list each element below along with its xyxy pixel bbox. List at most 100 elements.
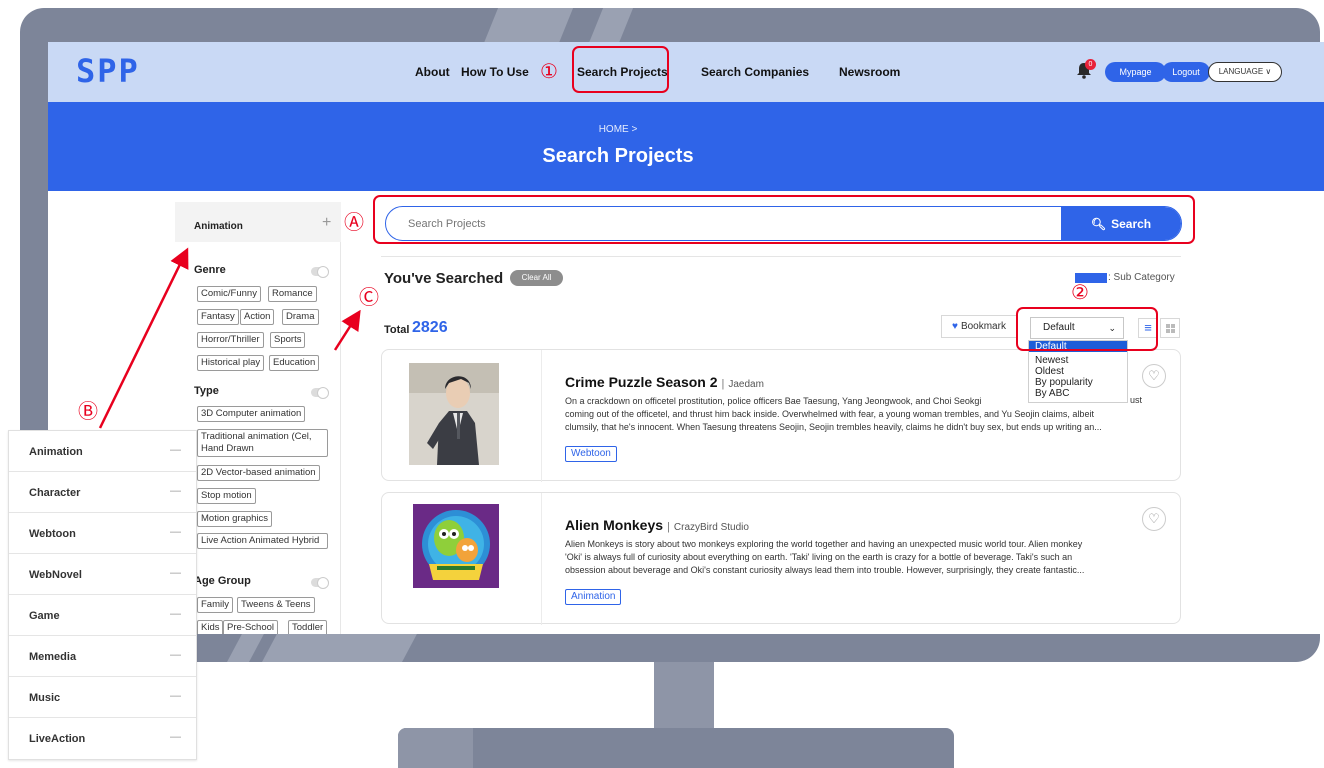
age-chip[interactable]: Toddler	[288, 620, 328, 634]
annotation-marker-b: Ⓑ	[78, 399, 98, 423]
favorite-heart-icon[interactable]: ♡	[1142, 364, 1166, 388]
hero-banner: HOME > Search Projects	[48, 102, 1324, 191]
type-toggle[interactable]	[311, 387, 329, 399]
age-chip[interactable]: Kids	[197, 620, 224, 634]
category-item-memedia[interactable]: Memedia —	[9, 636, 196, 677]
genre-chip[interactable]: Sports	[270, 332, 306, 348]
alien-monkeys-poster-image	[413, 504, 499, 588]
age-group-toggle[interactable]	[311, 577, 329, 589]
collapse-icon: —	[170, 526, 181, 538]
age-chip[interactable]: Tweens & Teens	[237, 597, 315, 613]
category-item-animation[interactable]: Animation —	[9, 431, 196, 472]
nav-how-to-use[interactable]: How To Use	[461, 65, 529, 79]
description-overflow: ust	[1130, 395, 1143, 405]
project-card[interactable]: Alien Monkeys | CrazyBird Studio Alien Mon…	[381, 492, 1181, 625]
monitor-base	[398, 728, 954, 768]
collapse-icon: —	[170, 567, 181, 579]
category-item-music[interactable]: Music —	[9, 677, 196, 718]
nav-search-companies[interactable]: Search Companies	[701, 65, 809, 79]
category-item-game[interactable]: Game —	[9, 595, 196, 636]
heart-icon: ♥	[952, 321, 958, 332]
category-tag[interactable]: Webtoon	[565, 446, 617, 462]
project-thumbnail	[382, 493, 542, 625]
project-title[interactable]: Alien Monkeys | CrazyBird Studio	[565, 517, 749, 533]
genre-chip[interactable]: Drama	[282, 309, 319, 325]
type-chip[interactable]: Stop motion	[197, 488, 256, 504]
breadcrumb: HOME >	[598, 124, 638, 135]
type-title: Type	[194, 385, 219, 397]
collapse-icon: —	[170, 690, 181, 702]
divider	[381, 256, 1181, 257]
mypage-button[interactable]: Mypage	[1105, 62, 1166, 82]
bezel-glare	[262, 632, 418, 662]
genre-chip[interactable]: Comic/Funny	[197, 286, 261, 302]
age-chip[interactable]: Pre-School	[223, 620, 278, 634]
annotation-marker-2: ②	[1071, 280, 1089, 304]
sub-category-legend: : Sub Category	[1108, 272, 1175, 283]
language-select[interactable]: LANGUAGE ∨	[1208, 62, 1282, 82]
notification-badge: 0	[1085, 59, 1096, 70]
sort-option[interactable]: Newest	[1029, 355, 1127, 366]
collapse-icon: —	[170, 485, 181, 497]
monitor-neck	[654, 662, 714, 728]
filter-sidebar: Animation + Genre Comic/Funny Romance Fa…	[175, 202, 341, 634]
bezel-glare	[227, 632, 265, 662]
category-tag[interactable]: Animation	[565, 589, 622, 605]
age-chip[interactable]: Family	[197, 597, 233, 613]
genre-chip[interactable]: Education	[269, 355, 320, 371]
annotation-marker-c: Ⓒ	[359, 285, 379, 309]
type-chip[interactable]: Live Action Animated Hybrid	[197, 533, 328, 549]
total-label: Total	[384, 324, 410, 336]
type-chip[interactable]: 2D Vector-based animation	[197, 465, 320, 481]
category-item-webtoon[interactable]: Webtoon —	[9, 513, 196, 554]
annotation-marker-a: Ⓐ	[344, 210, 364, 234]
nav-newsroom[interactable]: Newsroom	[839, 65, 900, 79]
favorite-heart-icon[interactable]: ♡	[1142, 507, 1166, 531]
genre-chip[interactable]: Horror/Thriller	[197, 332, 264, 348]
genre-title: Genre	[194, 264, 226, 276]
sort-option[interactable]: By ABC	[1029, 388, 1127, 399]
site-header: SPP About How To Use Search Projects Sea…	[48, 42, 1324, 102]
collapse-icon: —	[170, 608, 181, 620]
bookmark-filter-button[interactable]: ♥ Bookmark	[941, 315, 1018, 338]
company-name[interactable]: CrazyBird Studio	[674, 522, 749, 533]
genre-chip[interactable]: Action	[240, 309, 275, 325]
genre-chip[interactable]: Fantasy	[197, 309, 239, 325]
sort-option[interactable]: By popularity	[1029, 377, 1127, 388]
genre-chip[interactable]: Historical play	[197, 355, 265, 371]
type-chip[interactable]: Motion graphics	[197, 511, 273, 527]
type-chip[interactable]: 3D Computer animation	[197, 406, 306, 422]
annotation-box-a	[373, 195, 1195, 244]
annotation-box-2	[1016, 307, 1158, 351]
page-title: Search Projects	[542, 145, 694, 167]
sort-option[interactable]: Oldest	[1029, 366, 1127, 377]
genre-toggle[interactable]	[311, 266, 329, 278]
annotation-marker-1: ①	[540, 59, 558, 83]
age-group-title: Age Group	[194, 575, 251, 587]
collapse-icon: —	[170, 649, 181, 661]
project-thumbnail	[382, 350, 542, 482]
grid-view-icon[interactable]	[1160, 318, 1180, 338]
collapse-icon: —	[170, 731, 181, 743]
site-logo[interactable]: SPP	[76, 52, 140, 90]
nav-about[interactable]: About	[415, 65, 450, 79]
category-menu-panel: Animation — Character — Webtoon — WebNovel —…	[8, 430, 197, 760]
category-label: Animation	[194, 221, 243, 232]
category-header[interactable]: Animation +	[175, 202, 341, 242]
type-chip[interactable]: Traditional animation (Cel, Hand Drawn	[197, 429, 328, 457]
plus-icon[interactable]: +	[322, 214, 331, 232]
searched-heading: You've Searched	[384, 270, 504, 287]
illustration-stage: SPP About How To Use Search Projects Sea…	[0, 0, 1324, 768]
genre-chip[interactable]: Romance	[268, 286, 317, 302]
project-description: Alien Monkeys is story about two monkeys…	[565, 539, 1085, 575]
project-title[interactable]: Crime Puzzle Season 2 | Jaedam	[565, 374, 764, 390]
company-name[interactable]: Jaedam	[728, 379, 764, 390]
clear-all-button[interactable]: Clear All	[510, 270, 563, 286]
category-item-liveaction[interactable]: LiveAction —	[9, 718, 196, 759]
logout-button[interactable]: Logout	[1162, 62, 1210, 82]
webtoon-character-image	[409, 363, 499, 465]
total-count: 2826	[412, 319, 448, 336]
category-item-webnovel[interactable]: WebNovel —	[9, 554, 196, 595]
collapse-icon: —	[170, 444, 181, 456]
category-item-character[interactable]: Character —	[9, 472, 196, 513]
